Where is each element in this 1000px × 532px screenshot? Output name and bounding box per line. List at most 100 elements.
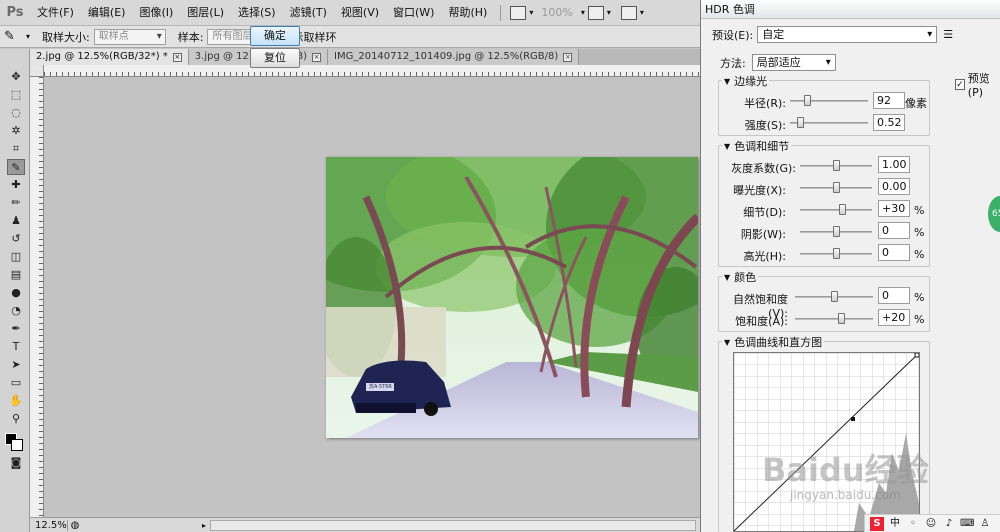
chevron-down-icon[interactable]: ▾ xyxy=(26,32,30,41)
photo-tree-lined-road[interactable]: 苏A·5T6R xyxy=(326,157,698,438)
emoji-icon[interactable]: ☺ xyxy=(924,517,938,531)
tone-detail-title[interactable]: ▼ 色调和细节 xyxy=(722,138,792,154)
vibrance-slider[interactable] xyxy=(795,291,873,302)
lasso-tool-icon[interactable]: ◌ xyxy=(7,105,25,121)
reset-button[interactable]: 复位 xyxy=(250,48,300,68)
vibrance-slider-thumb[interactable] xyxy=(831,291,838,302)
clone-stamp-tool-icon[interactable]: ♟ xyxy=(7,213,25,229)
background-color-swatch[interactable] xyxy=(11,439,23,451)
shape-tool-icon[interactable]: ▭ xyxy=(7,375,25,391)
clothes-icon[interactable]: ♜ xyxy=(996,517,1000,531)
radius-slider[interactable] xyxy=(790,95,868,106)
menu-item[interactable]: 窗口(W) xyxy=(386,0,441,26)
voice-icon[interactable]: ♪ xyxy=(942,517,956,531)
tone-curve-histogram[interactable] xyxy=(733,352,920,532)
preset-select[interactable]: 自定 xyxy=(757,26,938,43)
brush-tool-icon[interactable]: ✏ xyxy=(7,195,25,211)
menu-item[interactable]: 图层(L) xyxy=(180,0,231,26)
eraser-tool-icon[interactable]: ◫ xyxy=(7,249,25,265)
highlight-slider[interactable] xyxy=(800,248,872,259)
screen-mode-icon[interactable] xyxy=(510,5,527,20)
punctuation-icon[interactable]: ◦ xyxy=(906,517,920,531)
arrange-documents-icon[interactable] xyxy=(587,5,604,20)
strength-input[interactable]: 0.52 xyxy=(873,114,905,131)
strength-slider[interactable] xyxy=(790,117,868,128)
gamma-slider[interactable] xyxy=(800,160,872,171)
saturation-slider-thumb[interactable] xyxy=(838,313,845,324)
curve-title[interactable]: ▼ 色调曲线和直方图 xyxy=(722,334,825,350)
shadow-slider-thumb[interactable] xyxy=(833,226,840,237)
zoom-tool-icon[interactable]: ⚲ xyxy=(7,411,25,427)
horizontal-ruler[interactable] xyxy=(44,65,700,77)
menu-item[interactable]: 文件(F) xyxy=(30,0,81,26)
close-icon[interactable]: × xyxy=(172,52,182,62)
menu-item[interactable]: 图像(I) xyxy=(132,0,180,26)
menu-item[interactable]: 编辑(E) xyxy=(81,0,133,26)
keyboard-icon[interactable]: ⌨ xyxy=(960,517,974,531)
path-selection-tool-icon[interactable]: ➤ xyxy=(7,357,25,373)
radius-input[interactable]: 92 xyxy=(873,92,905,109)
exposure-slider[interactable] xyxy=(800,182,872,193)
method-select[interactable]: 局部适应 xyxy=(751,54,836,71)
ruler-origin[interactable] xyxy=(30,65,44,77)
menu-item[interactable]: 滤镜(T) xyxy=(283,0,334,26)
ok-button[interactable]: 确定 xyxy=(250,26,300,46)
type-tool-icon[interactable]: T xyxy=(7,339,25,355)
chevron-down-icon[interactable]: ▾ xyxy=(640,8,644,17)
chevron-right-icon[interactable]: ▸ xyxy=(202,521,206,530)
pen-tool-icon[interactable]: ✒ xyxy=(7,321,25,337)
healing-brush-tool-icon[interactable]: ✚ xyxy=(7,177,25,193)
zoom-readout[interactable]: 100% xyxy=(533,6,580,19)
gamma-input[interactable]: 1.00 xyxy=(878,156,910,173)
sogou-ime-icon[interactable]: S xyxy=(870,516,884,531)
exposure-input[interactable]: 0.00 xyxy=(878,178,910,195)
collapse-triangle-icon[interactable]: ▼ xyxy=(724,338,730,347)
saturation-input[interactable]: +20 xyxy=(878,309,910,326)
close-icon[interactable]: × xyxy=(312,52,322,62)
move-tool-icon[interactable]: ✥ xyxy=(7,69,25,85)
highlight-input[interactable]: 0 xyxy=(878,244,910,261)
collapse-triangle-icon[interactable]: ▼ xyxy=(724,273,730,282)
quick-mask-icon[interactable]: ◙ xyxy=(7,455,25,471)
user-icon[interactable]: ♙ xyxy=(978,517,992,531)
document-tab[interactable]: IMG_20140712_101409.jpg @ 12.5%(RGB/8) × xyxy=(328,49,580,65)
document-tab[interactable]: 2.jpg @ 12.5%(RGB/32*) * × xyxy=(30,49,189,65)
collapse-triangle-icon[interactable]: ▼ xyxy=(724,77,730,86)
exposure-slider-thumb[interactable] xyxy=(833,182,840,193)
gamma-slider-thumb[interactable] xyxy=(833,160,840,171)
strength-slider-thumb[interactable] xyxy=(797,117,804,128)
chevron-down-icon[interactable]: ▾ xyxy=(607,8,611,17)
edge-glow-title[interactable]: ▼ 边缘光 xyxy=(722,73,770,89)
document-canvas[interactable]: 苏A·5T6R xyxy=(44,77,700,517)
horizontal-scrollbar[interactable] xyxy=(210,519,696,531)
marquee-tool-icon[interactable]: ⬚ xyxy=(7,87,25,103)
document-info-icon[interactable]: ◍ xyxy=(68,520,82,531)
magic-wand-tool-icon[interactable]: ✲ xyxy=(7,123,25,139)
highlight-slider-thumb[interactable] xyxy=(833,248,840,259)
close-icon[interactable]: × xyxy=(563,52,573,62)
eyedropper-tool-preset-icon[interactable]: ✎ xyxy=(4,29,26,44)
hand-tool-icon[interactable]: ✋ xyxy=(7,393,25,409)
saturation-slider[interactable] xyxy=(795,313,873,324)
preview-checkbox[interactable]: ✓ xyxy=(955,79,965,90)
gradient-tool-icon[interactable]: ▤ xyxy=(7,267,25,283)
shadow-slider[interactable] xyxy=(800,226,872,237)
preset-menu-icon[interactable]: ☰ xyxy=(943,28,953,41)
language-icon[interactable]: 中 xyxy=(888,517,902,531)
curve-point[interactable] xyxy=(851,417,855,421)
menu-item[interactable]: 选择(S) xyxy=(231,0,283,26)
shadow-input[interactable]: 0 xyxy=(878,222,910,239)
color-title[interactable]: ▼ 颜色 xyxy=(722,269,759,285)
vertical-ruler[interactable] xyxy=(30,77,44,517)
sample-size-select[interactable]: 取样点 xyxy=(93,28,166,45)
chevron-down-icon[interactable]: ▾ xyxy=(581,8,585,17)
crop-tool-icon[interactable]: ⌗ xyxy=(7,141,25,157)
dodge-tool-icon[interactable]: ◔ xyxy=(7,303,25,319)
screen-mode-toggle-icon[interactable] xyxy=(620,5,637,20)
zoom-status[interactable]: 12.5% xyxy=(30,519,68,531)
menu-item[interactable]: 帮助(H) xyxy=(441,0,494,26)
eyedropper-tool-icon[interactable]: ✎ xyxy=(7,159,25,175)
menu-item[interactable]: 视图(V) xyxy=(334,0,386,26)
radius-slider-thumb[interactable] xyxy=(804,95,811,106)
history-brush-tool-icon[interactable]: ↺ xyxy=(7,231,25,247)
